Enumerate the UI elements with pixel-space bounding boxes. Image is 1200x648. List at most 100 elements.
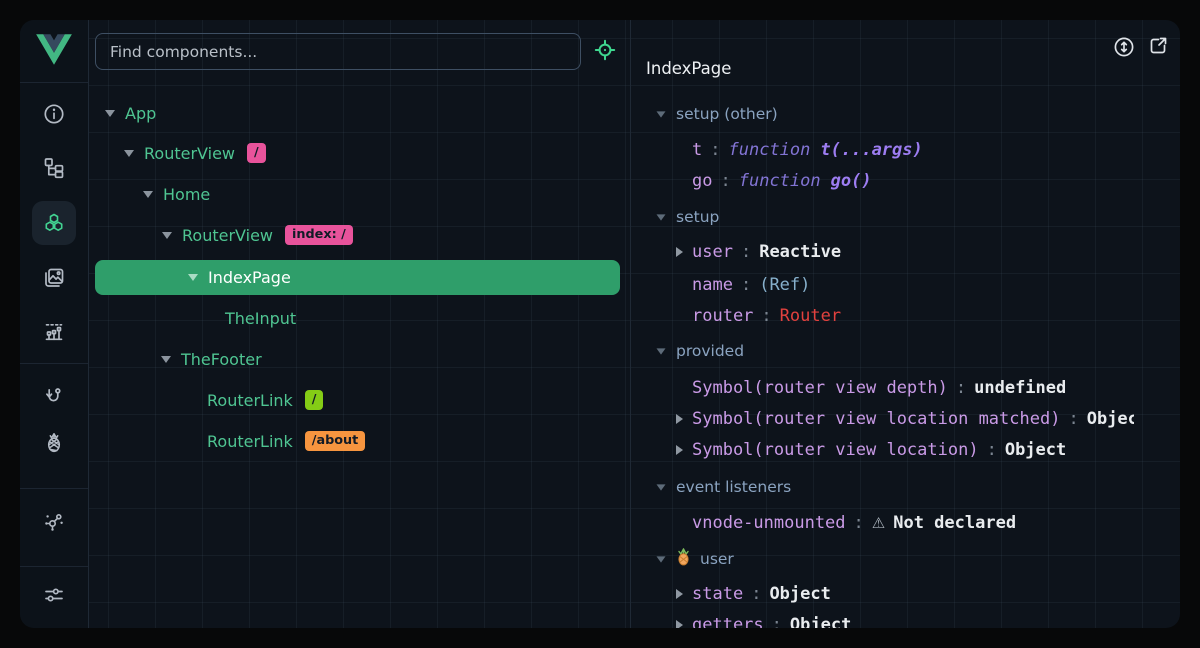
tree-row-indexpage-selected[interactable]: IndexPage [95,260,620,295]
sidebar-item-overview[interactable] [42,102,66,126]
state-row-state[interactable]: state : Object [676,581,831,607]
state-value: Not declared [893,513,1016,533]
component-label: Home [163,185,210,204]
function-signature: t(...args) [820,140,922,160]
sidebar-item-pinia[interactable] [42,431,66,455]
chevron-right-icon[interactable] [676,620,683,628]
sliders-icon [42,583,66,607]
route-badge: /about [305,431,366,451]
inspector-title: IndexPage [646,59,731,78]
section-provided[interactable]: provided [656,338,744,364]
state-value: Object [769,584,830,604]
state-value: Object [1087,409,1134,429]
state-row-user[interactable]: user : Reactive [676,239,841,265]
state-key: Symbol(router view location) [692,440,979,460]
chevron-down-icon[interactable] [188,274,198,281]
tree-row-home[interactable]: Home [143,181,210,207]
component-label: RouterLink [207,432,293,451]
chevron-down-icon[interactable] [105,110,115,117]
state-row-vnode-unmounted: vnode-unmounted : ⚠ Not declared [676,510,1016,536]
chevron-down-icon[interactable] [657,556,666,562]
state-row-getters[interactable]: getters : Object [676,612,851,628]
state-row-name: name : (Ref) [676,272,810,298]
devtools-window: App RouterView / Home RouterView index: … [20,20,1180,628]
tree-row-routerlink-about[interactable]: RouterLink /about [207,428,365,454]
state-key: state [692,584,743,604]
state-key: getters [692,615,764,628]
section-label: setup (other) [676,105,778,123]
section-user-store[interactable]: user [656,546,734,572]
sidebar-divider [20,82,88,83]
state-key: Symbol(router view depth) [692,378,948,398]
chevron-down-icon[interactable] [143,191,153,198]
section-event-listeners[interactable]: event listeners [656,474,791,500]
state-row-go: go : function go() [676,168,872,194]
sidebar-divider [20,363,88,364]
tree-row-routerview-nested[interactable]: RouterView index: / [162,222,353,248]
router-icon [42,385,66,409]
state-key: vnode-unmounted [692,513,846,533]
sidebar-item-router[interactable] [42,385,66,409]
sidebar-item-hierarchy[interactable] [42,156,66,180]
state-row-router-view-depth: Symbol(router view depth) : undefined [676,375,1066,401]
component-label: RouterView [144,144,235,163]
section-setup[interactable]: setup [656,204,719,230]
chevron-down-icon[interactable] [124,150,134,157]
state-value: Reactive [759,242,841,262]
route-badge: / [305,390,324,410]
section-label: setup [676,208,719,226]
graph-nodes-icon [42,510,66,534]
sidebar-item-graph[interactable] [42,510,66,534]
state-value: undefined [974,378,1066,398]
hierarchy-icon [42,156,66,180]
tree-row-app[interactable]: App [105,100,156,126]
sidebar-item-components[interactable] [42,211,66,235]
state-key: Symbol(router view location matched) [692,409,1060,429]
chevron-right-icon[interactable] [676,445,683,455]
state-value: Router [780,306,841,326]
tree-row-theinput[interactable]: TheInput [225,305,296,331]
inspector-panel: IndexPage setup (other) t : function t(.… [630,20,1180,628]
section-label: user [700,550,734,568]
component-label: App [125,104,156,123]
chevron-right-icon[interactable] [676,589,683,599]
scroll-to-component-icon[interactable] [1112,35,1136,59]
search-input[interactable] [95,33,581,70]
state-row-router-view-location-matched[interactable]: Symbol(router view location matched) : O… [676,406,1134,432]
tree-row-thefooter[interactable]: TheFooter [161,346,262,372]
pineapple-icon [42,431,66,455]
route-badge: index: / [285,225,353,245]
chevron-down-icon[interactable] [161,356,171,363]
sidebar [20,20,89,628]
chevron-down-icon[interactable] [657,111,666,117]
warning-icon: ⚠ [872,514,885,532]
state-key: user [692,242,733,262]
chevron-down-icon[interactable] [657,348,666,354]
sidebar-item-settings[interactable] [42,583,66,607]
open-in-editor-icon[interactable] [1146,34,1170,58]
function-signature: go() [831,171,872,191]
vue-logo-icon [36,34,72,69]
info-icon [42,102,66,126]
chevron-down-icon[interactable] [657,214,666,220]
control-panel-icon [42,320,66,344]
sidebar-divider [20,566,88,567]
state-row-router: router : Router [676,303,841,329]
section-label: event listeners [676,478,791,496]
target-icon[interactable] [593,38,617,62]
state-value: Object [790,615,851,628]
component-label: TheInput [225,309,296,328]
state-row-router-view-location[interactable]: Symbol(router view location) : Object [676,437,1066,463]
chevron-down-icon[interactable] [162,232,172,239]
tree-row-routerlink-home[interactable]: RouterLink / [207,387,323,413]
images-icon [42,266,66,290]
chevron-right-icon[interactable] [676,414,683,424]
chevron-right-icon[interactable] [676,247,683,257]
state-key: router [692,306,753,326]
sidebar-item-assets[interactable] [42,266,66,290]
section-setup-other[interactable]: setup (other) [656,101,778,127]
chevron-down-icon[interactable] [657,484,666,490]
sidebar-item-custom-inspector[interactable] [42,320,66,344]
component-label: IndexPage [208,268,291,287]
tree-row-routerview[interactable]: RouterView / [124,140,266,166]
